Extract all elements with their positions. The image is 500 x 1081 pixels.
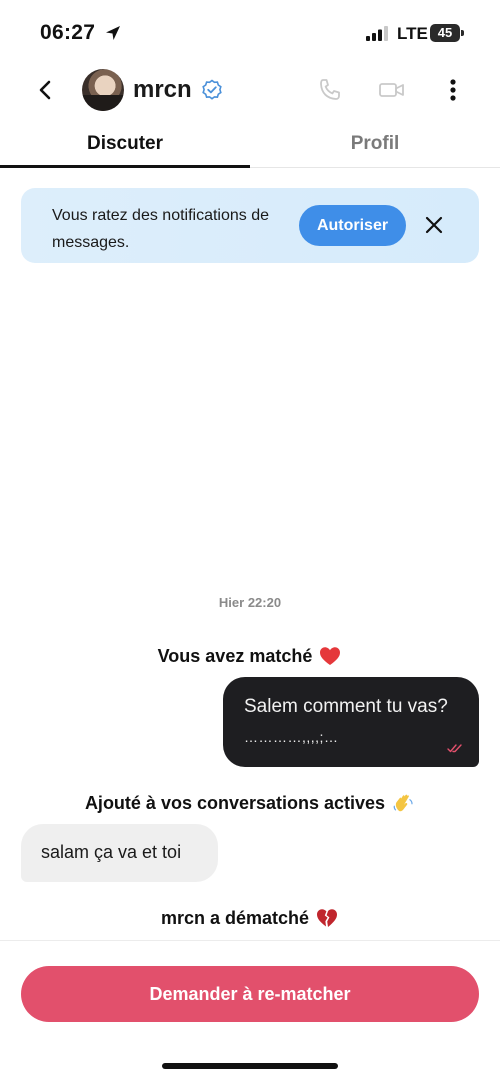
- system-message-matched: Vous avez matché: [0, 645, 500, 667]
- outgoing-message[interactable]: Salem comment tu vas? …………,,,,;…: [223, 677, 479, 767]
- notification-text: Vous ratez des notifications de messages…: [52, 207, 270, 251]
- tab-bar: Discuter Profil: [0, 122, 500, 168]
- matched-text: Vous avez matché: [157, 645, 313, 666]
- waving-hand-icon: [393, 794, 413, 812]
- message-timestamp: Hier 22:20: [218, 595, 282, 610]
- read-receipt-icon: [447, 744, 462, 753]
- location-arrow-icon: [106, 26, 120, 40]
- unmatched-text: mrcn a dématché: [160, 907, 310, 928]
- chat-header: mrcn: [0, 66, 500, 114]
- close-icon[interactable]: [423, 214, 445, 236]
- outgoing-message-text: Salem comment tu vas?: [244, 696, 448, 717]
- outgoing-message-text-2: …………,,,,;…: [244, 729, 339, 745]
- avatar[interactable]: [82, 69, 124, 111]
- rematch-button[interactable]: Demander à re-matcher: [21, 966, 479, 1022]
- broken-heart-icon: [317, 909, 338, 927]
- heart-icon: [320, 647, 341, 665]
- contact-name[interactable]: mrcn: [133, 76, 192, 104]
- bottom-divider: [0, 940, 500, 941]
- incoming-message[interactable]: salam ça va et toi: [21, 824, 218, 882]
- system-message-added: Ajouté à vos conversations actives: [0, 792, 500, 814]
- battery-level: 45: [437, 25, 453, 40]
- status-bar: 06:27 LTE 45: [0, 0, 500, 66]
- more-icon[interactable]: [442, 76, 464, 104]
- status-time: 06:27: [40, 21, 96, 44]
- home-indicator[interactable]: [162, 1063, 338, 1069]
- back-icon[interactable]: [32, 76, 60, 104]
- notification-banner: Vous ratez des notifications de messages…: [21, 188, 479, 263]
- incoming-message-text: salam ça va et toi: [41, 842, 182, 862]
- system-message-unmatched: mrcn a dématché: [0, 907, 500, 929]
- network-label: LTE: [397, 24, 428, 43]
- added-text: Ajouté à vos conversations actives: [84, 792, 386, 813]
- verified-icon: [202, 79, 222, 100]
- phone-icon[interactable]: [317, 77, 343, 103]
- allow-notifications-button[interactable]: Autoriser: [299, 205, 406, 246]
- signal-icon: [366, 26, 388, 41]
- tab-discuter[interactable]: Discuter: [0, 122, 250, 168]
- battery-icon: 45: [430, 24, 464, 42]
- video-icon[interactable]: [378, 78, 406, 102]
- tab-profil[interactable]: Profil: [250, 122, 500, 168]
